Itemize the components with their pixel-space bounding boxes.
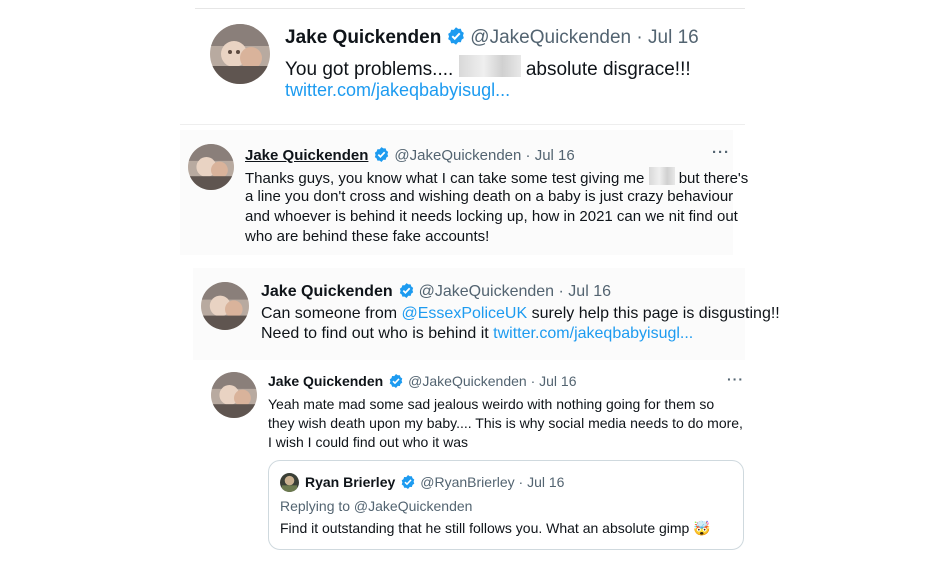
exploding-head-emoji-icon: 🤯 [693,520,711,536]
quoted-tweet[interactable]: Ryan Brierley @RyanBrierley · Jul 16 Repl… [268,460,744,550]
tweet-text: who are behind these fake accounts! [245,228,490,245]
author-name[interactable]: Jake Quickenden [245,147,368,164]
tweet-text: Thanks guys, you know what I can take so… [245,170,645,187]
avatar[interactable] [211,372,257,418]
avatar[interactable] [188,144,234,190]
tweet-text: You got problems.... [285,59,454,80]
tweet-text: Need to find out who is behind it [261,325,489,342]
author-handle[interactable]: @JakeQuickenden [470,27,631,48]
tweet-text-end: absolute disgrace!!! [525,59,691,80]
replying-to: Replying to @JakeQuickenden [280,498,473,514]
tweet-date[interactable]: · Jul 16 [526,147,575,164]
verified-badge-icon [373,146,390,167]
tweet-text: and whoever is behind it needs locking u… [245,208,738,225]
author-handle[interactable]: @JakeQuickenden [419,283,554,300]
quoted-author-name[interactable]: Ryan Brierley [305,474,395,490]
tweet-text: but there's [678,170,749,187]
more-options-icon[interactable]: ··· [712,144,730,161]
more-options-icon[interactable]: ··· [727,371,744,387]
mention-link[interactable]: @EssexPoliceUK [402,305,528,322]
tweet-4[interactable]: Jake Quickenden @JakeQuickenden · Jul 16 … [195,362,750,558]
avatar-photo [211,372,257,418]
tweet-1[interactable]: Jake Quickenden @JakeQuickenden · Jul 16 … [195,10,747,122]
tweet-date[interactable]: · Jul 16 [636,27,698,48]
quoted-tweet-date[interactable]: · Jul 16 [519,474,565,490]
tweet-text: a line you don't cross and wishing death… [245,188,734,205]
tweet-3[interactable]: Jake Quickenden @JakeQuickenden · Jul 16 … [193,268,780,360]
author-name[interactable]: Jake Quickenden [268,373,383,389]
verified-badge-icon [400,474,416,493]
author-name[interactable]: Jake Quickenden [261,283,393,300]
verified-badge-icon [398,282,415,304]
tweet-text: Yeah mate mad some sad jealous weirdo wi… [268,396,715,412]
verified-badge-icon [446,26,466,52]
tweet-text: they wish death upon my baby.... This is… [268,415,743,431]
redacted-name [458,55,521,77]
avatar[interactable] [201,282,249,330]
author-name[interactable]: Jake Quickenden [285,27,441,48]
tweet-2[interactable]: Jake Quickenden @JakeQuickenden · Jul 16 … [180,130,748,255]
tweet-text: Can someone from [261,305,398,322]
quoted-tweet-text: Find it outstanding that he still follow… [280,520,690,536]
avatar[interactable] [280,473,299,492]
tweet-link[interactable]: twitter.com/jakeqbabyisugl... [493,325,693,342]
tweet-text: I wish I could find out who it was [268,434,468,450]
avatar-photo [280,473,299,492]
author-handle[interactable]: @JakeQuickenden [408,373,527,389]
avatar-photo [210,24,270,84]
tweet-date[interactable]: · Jul 16 [531,373,577,389]
tweet-text: surely help this page is disgusting!! [531,305,780,322]
avatar[interactable] [210,24,270,84]
redacted-name [648,167,675,185]
tweet-date[interactable]: · Jul 16 [559,283,611,300]
verified-badge-icon [388,373,404,392]
quoted-author-handle[interactable]: @RyanBrierley [420,474,514,490]
divider [180,124,745,125]
top-divider [195,8,745,9]
author-handle[interactable]: @JakeQuickenden [394,147,521,164]
avatar-photo [201,282,249,330]
avatar-photo [188,144,234,190]
tweet-link[interactable]: twitter.com/jakeqbabyisugl... [285,80,510,100]
